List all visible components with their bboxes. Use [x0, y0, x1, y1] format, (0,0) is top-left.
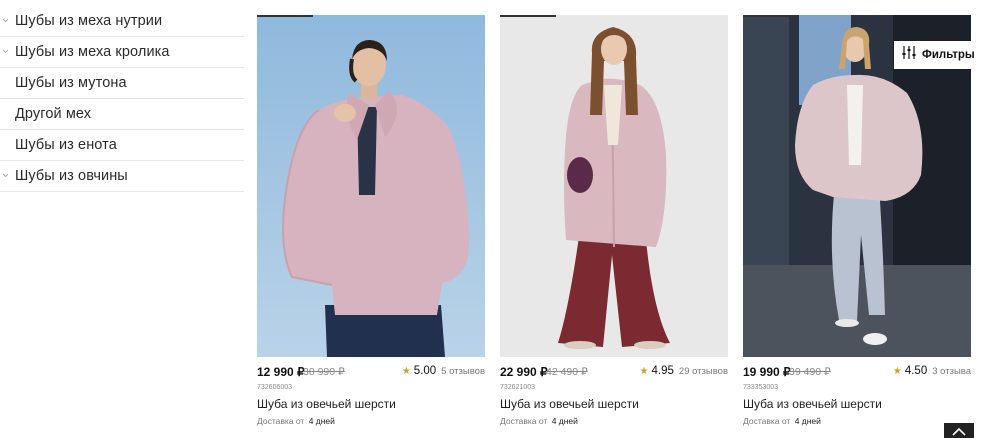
- image-indicator: [743, 15, 799, 17]
- sidebar-item-label: Шубы из меха кролика: [15, 44, 170, 60]
- old-price: 42 490 ₽: [546, 366, 588, 378]
- product-sku: 733353003: [743, 384, 779, 391]
- delivery-value: 4 дней: [794, 416, 821, 426]
- rating-value: 5.00: [413, 365, 437, 377]
- sidebar-item-label: Шубы из меха нутрии: [15, 13, 163, 29]
- product-card[interactable]: 12 990 ₽ 30 990 ₽ ★ 5.00 5 отзывов 73260…: [257, 15, 485, 426]
- product-name[interactable]: Шуба из овечьей шерсти: [743, 397, 882, 411]
- rating-value: 4.50: [904, 365, 928, 377]
- delivery-info: Доставка от 4 дней: [257, 416, 335, 426]
- delivery-label: Доставка от: [257, 416, 305, 426]
- category-sidebar: Шубы из меха нутрии Шубы из меха кролика…: [0, 6, 244, 192]
- delivery-info: Доставка от 4 дней: [500, 416, 578, 426]
- old-price: 30 990 ₽: [303, 366, 345, 378]
- sidebar-item-label: Шубы из енота: [15, 137, 117, 153]
- old-price: 39 490 ₽: [789, 366, 831, 378]
- sidebar-item-mouton[interactable]: Шубы из мутона: [0, 68, 244, 99]
- star-icon: ★: [401, 366, 411, 377]
- product-sku: 732606003: [257, 384, 293, 391]
- sidebar-item-rabbit[interactable]: Шубы из меха кролика: [0, 37, 244, 68]
- sidebar-item-label: Шубы из овчины: [15, 168, 128, 184]
- product-image[interactable]: [257, 15, 485, 357]
- image-indicator: [257, 15, 313, 17]
- product-name[interactable]: Шуба из овечьей шерсти: [500, 397, 639, 411]
- sidebar-item-raccoon[interactable]: Шубы из енота: [0, 130, 244, 161]
- image-indicator: [500, 15, 556, 17]
- reviews-count[interactable]: 29 отзывов: [679, 366, 728, 377]
- sidebar-item-label: Шубы из мутона: [15, 75, 127, 91]
- product-sku: 732621003: [500, 384, 536, 391]
- product-name[interactable]: Шуба из овечьей шерсти: [257, 397, 396, 411]
- rating: ★ 5.00 5 отзывов: [402, 365, 485, 377]
- price: 12 990 ₽: [257, 365, 305, 379]
- chevron-down-icon: [2, 17, 9, 24]
- price: 19 990 ₽: [743, 365, 791, 379]
- sidebar-item-nutria[interactable]: Шубы из меха нутрии: [0, 6, 244, 37]
- scroll-to-top-button[interactable]: [944, 423, 974, 438]
- price: 22 990 ₽: [500, 365, 548, 379]
- delivery-value: 4 дней: [551, 416, 578, 426]
- filters-label: Фильтры: [922, 49, 975, 61]
- delivery-info: Доставка от 4 дней: [743, 416, 821, 426]
- reviews-count[interactable]: 5 отзывов: [441, 366, 485, 377]
- sliders-icon: [902, 46, 916, 64]
- price-row: 19 990 ₽ 39 490 ₽ ★ 4.50 3 отзыва: [743, 365, 971, 381]
- rating: ★ 4.95 29 отзывов: [640, 365, 728, 377]
- rating: ★ 4.50 3 отзыва: [893, 365, 971, 377]
- chevron-up-icon: [944, 425, 974, 438]
- delivery-label: Доставка от: [743, 416, 791, 426]
- delivery-value: 4 дней: [308, 416, 335, 426]
- product-card[interactable]: 22 990 ₽ 42 490 ₽ ★ 4.95 29 отзывов 7326…: [500, 15, 728, 426]
- sidebar-item-other-fur[interactable]: Другой мех: [0, 99, 244, 130]
- price-row: 22 990 ₽ 42 490 ₽ ★ 4.95 29 отзывов: [500, 365, 728, 381]
- product-image[interactable]: [500, 15, 728, 357]
- filters-button[interactable]: Фильтры: [894, 41, 975, 69]
- price-row: 12 990 ₽ 30 990 ₽ ★ 5.00 5 отзывов: [257, 365, 485, 381]
- delivery-label: Доставка от: [500, 416, 548, 426]
- star-icon: ★: [892, 366, 902, 377]
- chevron-down-icon: [2, 48, 9, 55]
- reviews-count[interactable]: 3 отзыва: [932, 366, 971, 377]
- chevron-down-icon: [2, 172, 9, 179]
- sidebar-item-label: Другой мех: [15, 106, 92, 122]
- star-icon: ★: [639, 366, 649, 377]
- rating-value: 4.95: [651, 365, 674, 377]
- sidebar-item-sheepskin[interactable]: Шубы из овчины: [0, 161, 244, 192]
